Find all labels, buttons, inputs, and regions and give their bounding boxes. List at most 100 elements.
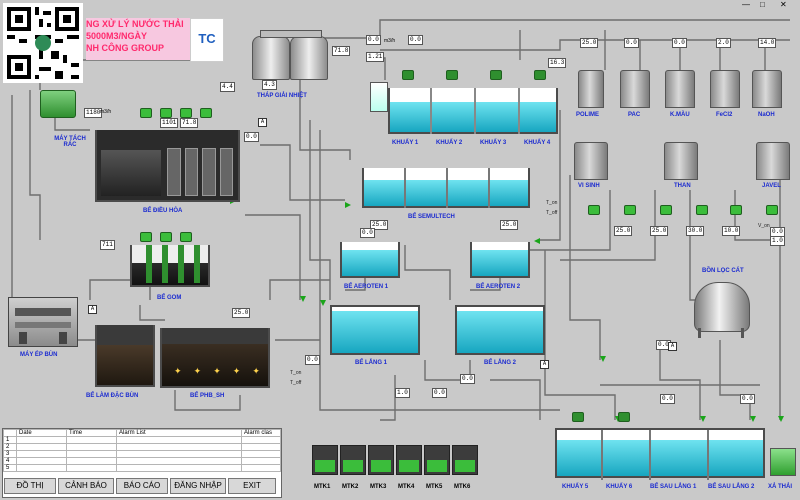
- tank-vi-sinh: [574, 142, 608, 180]
- tank-fecl2: [710, 70, 740, 108]
- label-polime: POLIME: [576, 112, 600, 118]
- chart-button[interactable]: ĐỒ THỊ: [4, 478, 56, 494]
- alarm-col-index: [3, 429, 17, 437]
- value-pac: 0.0: [624, 38, 639, 48]
- clarifier-1: [330, 305, 420, 355]
- pump-naoh-2[interactable]: [730, 205, 742, 215]
- mixer-5[interactable]: [572, 412, 584, 422]
- mtk-4: [396, 445, 422, 475]
- tag-t-on-1: T_on: [546, 200, 558, 206]
- label-may-ep-bun: MÁY ÉP BÙN: [20, 352, 58, 358]
- value-naoh: 14.0: [758, 38, 777, 48]
- value-lang-4: 0.0: [432, 388, 447, 398]
- value-dh-2: 71.8: [180, 118, 199, 128]
- equalization-tank: [95, 130, 240, 202]
- pump-javel[interactable]: [766, 205, 778, 215]
- label-khuay-1: KHUẤY 1: [392, 140, 419, 146]
- pump-than[interactable]: [660, 205, 672, 215]
- value-gom: 711: [100, 240, 115, 250]
- value-flow-main: 71.8: [332, 46, 351, 56]
- pump-dh-1[interactable]: [140, 108, 152, 118]
- mode-a-1[interactable]: A: [258, 118, 267, 127]
- alarm-row[interactable]: 5: [3, 464, 281, 472]
- alarm-row[interactable]: 3: [3, 450, 281, 458]
- login-button[interactable]: ĐĂNG NHẬP: [170, 478, 226, 494]
- alarm-button[interactable]: CẢNH BÁO: [58, 478, 114, 494]
- label-mtk-4: MTK4: [398, 484, 415, 490]
- pump-dh-3[interactable]: [180, 108, 192, 118]
- pump-kmau-2[interactable]: [624, 205, 636, 215]
- minimize-button[interactable]: —: [742, 0, 750, 9]
- value-center-1: 0.0: [360, 228, 375, 238]
- label-mtk-1: MTK1: [314, 484, 331, 490]
- sludge-press: [8, 297, 78, 347]
- company-logo: TC: [190, 18, 224, 62]
- qr-code-icon: [7, 7, 79, 79]
- dosing-tank-small: [370, 82, 388, 112]
- value-lang-3: 1.0: [395, 388, 410, 398]
- label-than: THAN: [674, 183, 691, 189]
- alarm-row[interactable]: 1: [3, 436, 281, 444]
- pump-gom-2[interactable]: [160, 232, 172, 242]
- mtk-5: [424, 445, 450, 475]
- label-khuay-4: KHUẤY 4: [524, 140, 551, 146]
- pump-dh-2[interactable]: [160, 108, 172, 118]
- mode-a-4[interactable]: A: [668, 342, 677, 351]
- unit-screen: m3/h: [100, 109, 112, 115]
- value-right-2: 0.0: [770, 227, 785, 237]
- mode-a-3[interactable]: A: [540, 360, 549, 369]
- label-fecl2: FeCl2: [716, 112, 733, 118]
- label-kmau: K.MÀU: [670, 112, 690, 118]
- label-be-aeroten-1: BỂ AEROTEN 1: [344, 284, 389, 290]
- discharge-tank: [770, 448, 796, 476]
- label-javel: JAVEL: [762, 183, 781, 189]
- close-button[interactable]: ✕: [780, 0, 787, 9]
- pump-gom-3[interactable]: [180, 232, 192, 242]
- phb-tank: ✦ ✦ ✦ ✦ ✦: [160, 328, 270, 388]
- sludge-thickener: [95, 325, 155, 387]
- mode-a-2[interactable]: A: [88, 305, 97, 314]
- value-aeroten-2: 25.0: [500, 220, 519, 230]
- mixer-1[interactable]: [402, 70, 414, 80]
- value-top-2: 1.21: [366, 52, 385, 62]
- report-button[interactable]: BÁO CÁO: [116, 478, 168, 494]
- label-may-tach-rac: MÁY TÁCH RÁC: [54, 136, 86, 148]
- window-controls: — □ ✕: [740, 0, 800, 12]
- label-be-sau-lang-1: BỂ SAU LẮNG 1: [650, 484, 697, 490]
- mixer-2[interactable]: [446, 70, 458, 80]
- mixer-4[interactable]: [534, 70, 546, 80]
- alarm-col-date: Date: [16, 429, 67, 437]
- unit-flow-main: m3/h: [384, 38, 396, 44]
- tag-t-off-1: T_off: [546, 210, 558, 216]
- value-vi-sinh: 25.0: [614, 226, 633, 236]
- label-khuay-6: KHUẤY 6: [606, 484, 633, 490]
- mixing-tank-row: [388, 88, 558, 134]
- alarm-col-class: Alarm clas: [241, 429, 281, 437]
- label-be-dieu-hoa: BỂ ĐIỀU HÒA: [143, 208, 183, 214]
- mtk-1: [312, 445, 338, 475]
- tank-than: [664, 142, 698, 180]
- label-naoh: NaOH: [758, 112, 775, 118]
- screen-machine: [40, 90, 76, 118]
- maximize-button[interactable]: □: [760, 0, 765, 9]
- value-bottom-1: 0.0: [660, 394, 675, 404]
- mixer-3[interactable]: [490, 70, 502, 80]
- value-bottom-2: 0.0: [740, 394, 755, 404]
- sand-filter: [694, 282, 750, 332]
- label-xa-thai: XẢ THẢI: [768, 484, 792, 490]
- value-javel: 10.0: [722, 226, 741, 236]
- alarm-row[interactable]: 4: [3, 457, 281, 465]
- alarm-row[interactable]: 2: [3, 443, 281, 451]
- pump-vi-sinh[interactable]: [588, 205, 600, 215]
- pump-gom-1[interactable]: [140, 232, 152, 242]
- label-be-lang-1: BỂ LẮNG 1: [355, 360, 388, 366]
- pump-pac-2[interactable]: [696, 205, 708, 215]
- aeroten-tank-1: [340, 242, 400, 278]
- mixer-6[interactable]: [618, 412, 630, 422]
- label-khuay-3: KHUẤY 3: [480, 140, 507, 146]
- value-ph: 4.3: [262, 80, 277, 90]
- label-vi-sinh: VI SINH: [578, 183, 600, 189]
- pump-dh-4[interactable]: [200, 108, 212, 118]
- exit-button[interactable]: EXIT: [228, 478, 276, 494]
- label-bon-loc-cat: BỒN LỌC CÁT: [702, 268, 744, 274]
